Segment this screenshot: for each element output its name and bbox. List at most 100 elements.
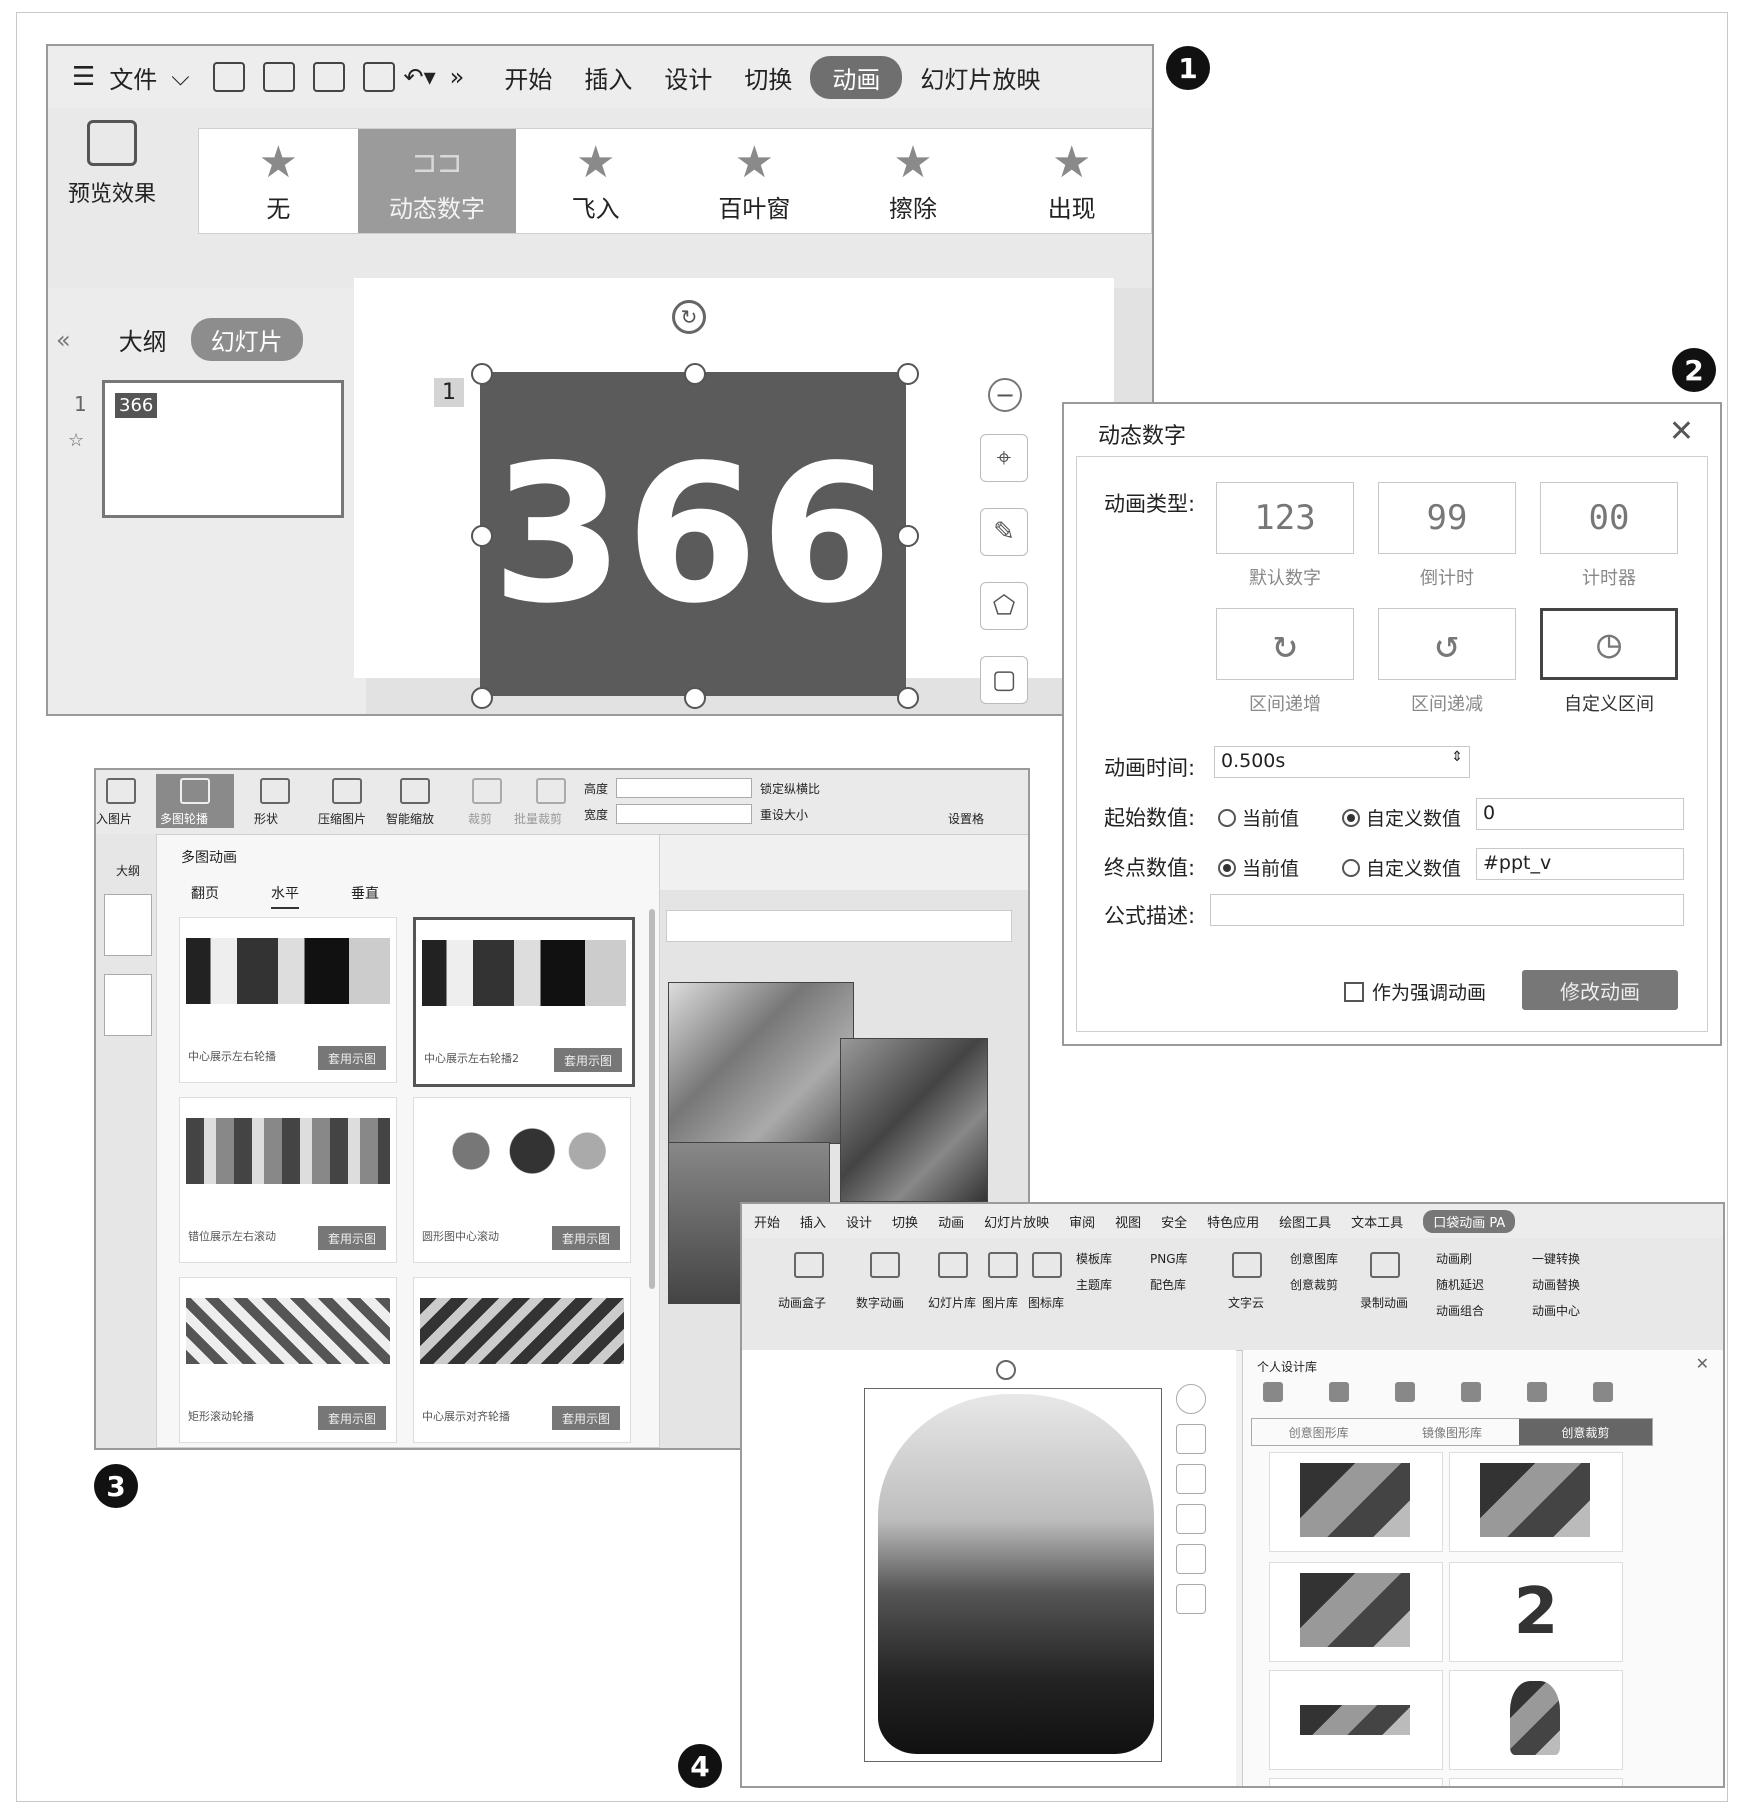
type-range-decrease[interactable]: ↺ — [1378, 608, 1516, 680]
design-tile[interactable]: 2 — [1449, 1562, 1623, 1662]
end-current-radio[interactable]: 当前值 — [1218, 854, 1299, 881]
number-textbox[interactable]: 366 — [480, 372, 906, 696]
design-tile[interactable] — [1269, 1562, 1443, 1662]
resize-handle[interactable] — [684, 363, 706, 385]
animation-combine-link[interactable]: 动画组合 — [1436, 1302, 1484, 1319]
slide-thumbnail[interactable]: 366 — [102, 380, 344, 518]
zoom-out-icon[interactable] — [1176, 1384, 1206, 1414]
design-tile[interactable] — [1449, 1452, 1623, 1552]
spinner-arrows-icon[interactable]: ⇕ — [1451, 749, 1463, 765]
animation-brush-link[interactable]: 动画刷 — [1436, 1250, 1472, 1267]
insert-image-icon[interactable] — [106, 778, 136, 804]
record-animation-icon[interactable] — [1370, 1252, 1400, 1278]
format-painter-icon[interactable] — [262, 62, 295, 92]
tab-pocket-animation[interactable]: 口袋动画 PA — [1423, 1209, 1516, 1233]
design-tile[interactable] — [1269, 1778, 1443, 1786]
tab-transition[interactable]: 切换 — [892, 1212, 918, 1231]
creative-gallery-link[interactable]: 创意图库 — [1290, 1250, 1338, 1267]
end-custom-radio[interactable]: 自定义数值 — [1342, 854, 1461, 881]
layout-icon[interactable] — [1176, 1584, 1206, 1614]
design-tile[interactable] — [1269, 1452, 1443, 1552]
tab-slideshow[interactable]: 幻灯片放映 — [984, 1212, 1049, 1231]
pen-icon[interactable]: ✎ — [980, 508, 1028, 556]
random-delay-link[interactable]: 随机延迟 — [1436, 1276, 1484, 1293]
cube-icon[interactable] — [1263, 1382, 1283, 1402]
word-cloud-icon[interactable] — [1232, 1252, 1262, 1278]
tab-page-turn[interactable]: 翻页 — [191, 883, 219, 909]
format-button[interactable]: 设置格 — [948, 810, 984, 827]
ribbon-label[interactable]: 多图轮播 — [160, 810, 208, 827]
popup-scrollbar[interactable] — [649, 909, 655, 1289]
apply-button[interactable]: 套用示图 — [552, 1226, 620, 1250]
time-spinner[interactable]: 0.500s ⇕ — [1214, 746, 1470, 778]
resize-handle[interactable] — [471, 525, 493, 547]
animation-box-icon[interactable] — [794, 1252, 824, 1278]
type-countdown[interactable]: 99 — [1378, 482, 1516, 554]
tab-transition[interactable]: 切换 — [744, 60, 792, 95]
tab-insert[interactable]: 插入 — [584, 60, 632, 95]
slide-library-icon[interactable] — [938, 1252, 968, 1278]
number-animation-icon[interactable] — [870, 1252, 900, 1278]
design-tile[interactable] — [1449, 1778, 1623, 1786]
template-card[interactable]: 圆形图中心滚动 套用示图 — [413, 1097, 631, 1263]
anim-dynamic-number[interactable]: ⊐⊐ 动态数字 — [357, 129, 517, 233]
one-click-convert-link[interactable]: 一键转换 — [1532, 1250, 1580, 1267]
save-icon[interactable] — [212, 62, 245, 92]
file-menu[interactable]: 文件 — [109, 60, 157, 95]
border-icon[interactable] — [1176, 1504, 1206, 1534]
start-current-radio[interactable]: 当前值 — [1218, 804, 1299, 831]
apply-button[interactable]: 套用示图 — [318, 1046, 386, 1070]
chevron-down-icon[interactable]: ⌵ — [171, 63, 189, 91]
start-value-input[interactable]: 0 — [1476, 798, 1684, 830]
icon-library-icon[interactable] — [1032, 1252, 1062, 1278]
tab-slides[interactable]: 幻灯片 — [190, 318, 303, 361]
pen-icon[interactable] — [1176, 1424, 1206, 1454]
apply-button[interactable]: 套用示图 — [552, 1406, 620, 1430]
png-library-link[interactable]: PNG库 — [1150, 1250, 1188, 1267]
animation-replace-link[interactable]: 动画替换 — [1532, 1276, 1580, 1293]
rotate-icon[interactable] — [996, 1360, 1016, 1380]
select-icon[interactable]: ⌖ — [980, 434, 1028, 482]
zoom-out-icon[interactable]: − — [988, 378, 1022, 412]
creative-crop-link[interactable]: 创意裁剪 — [1290, 1276, 1338, 1293]
tab-features[interactable]: 特色应用 — [1207, 1212, 1259, 1231]
resize-handle[interactable] — [471, 363, 493, 385]
pin-icon[interactable] — [1461, 1382, 1481, 1402]
crop-icon[interactable] — [472, 778, 502, 804]
modify-animation-button[interactable]: 修改动画 — [1522, 970, 1678, 1010]
slide-thumbnail[interactable] — [104, 894, 152, 956]
emphasis-checkbox[interactable]: 作为强调动画 — [1344, 978, 1486, 1005]
type-default-number[interactable]: 123 — [1216, 482, 1354, 554]
theme-library-link[interactable]: 主题库 — [1076, 1276, 1112, 1293]
tab-drawing-tools[interactable]: 绘图工具 — [1279, 1212, 1331, 1231]
copy-icon[interactable] — [1593, 1382, 1613, 1402]
color-library-link[interactable]: 配色库 — [1150, 1276, 1186, 1293]
template-card[interactable]: 中心展示左右轮播2 套用示图 — [413, 917, 635, 1087]
shape-fill-icon[interactable]: ⬠ — [980, 582, 1028, 630]
hamburger-icon[interactable]: ☰ — [72, 62, 95, 92]
tab-text-tools[interactable]: 文本工具 — [1351, 1212, 1403, 1231]
tab-security[interactable]: 安全 — [1161, 1212, 1187, 1231]
tab-review[interactable]: 审阅 — [1069, 1212, 1095, 1231]
image-icon[interactable] — [1395, 1382, 1415, 1402]
shape-icon[interactable] — [260, 778, 290, 804]
tab-design[interactable]: 设计 — [664, 60, 712, 95]
tab-creative-crop[interactable]: 创意裁剪 — [1518, 1419, 1652, 1445]
smart-zoom-icon[interactable] — [400, 778, 430, 804]
resize-handle[interactable] — [897, 687, 919, 709]
tab-vertical[interactable]: 垂直 — [351, 883, 379, 909]
anim-wipe[interactable]: ★ 擦除 — [834, 129, 993, 233]
compress-icon[interactable] — [332, 778, 362, 804]
slide-thumbnail[interactable] — [104, 974, 152, 1036]
cartoon-image[interactable] — [668, 982, 854, 1144]
tab-start[interactable]: 开始 — [754, 1212, 780, 1231]
collapse-icon[interactable]: « — [56, 326, 71, 354]
tab-horizontal[interactable]: 水平 — [271, 883, 299, 909]
apply-button[interactable]: 套用示图 — [318, 1406, 386, 1430]
anim-fly-in[interactable]: ★ 飞入 — [516, 129, 675, 233]
print-preview-icon[interactable] — [362, 62, 395, 92]
resize-handle[interactable] — [471, 687, 493, 709]
apply-button[interactable]: 套用示图 — [318, 1226, 386, 1250]
cartoon-image[interactable] — [840, 1038, 988, 1202]
print-icon[interactable] — [312, 62, 345, 92]
